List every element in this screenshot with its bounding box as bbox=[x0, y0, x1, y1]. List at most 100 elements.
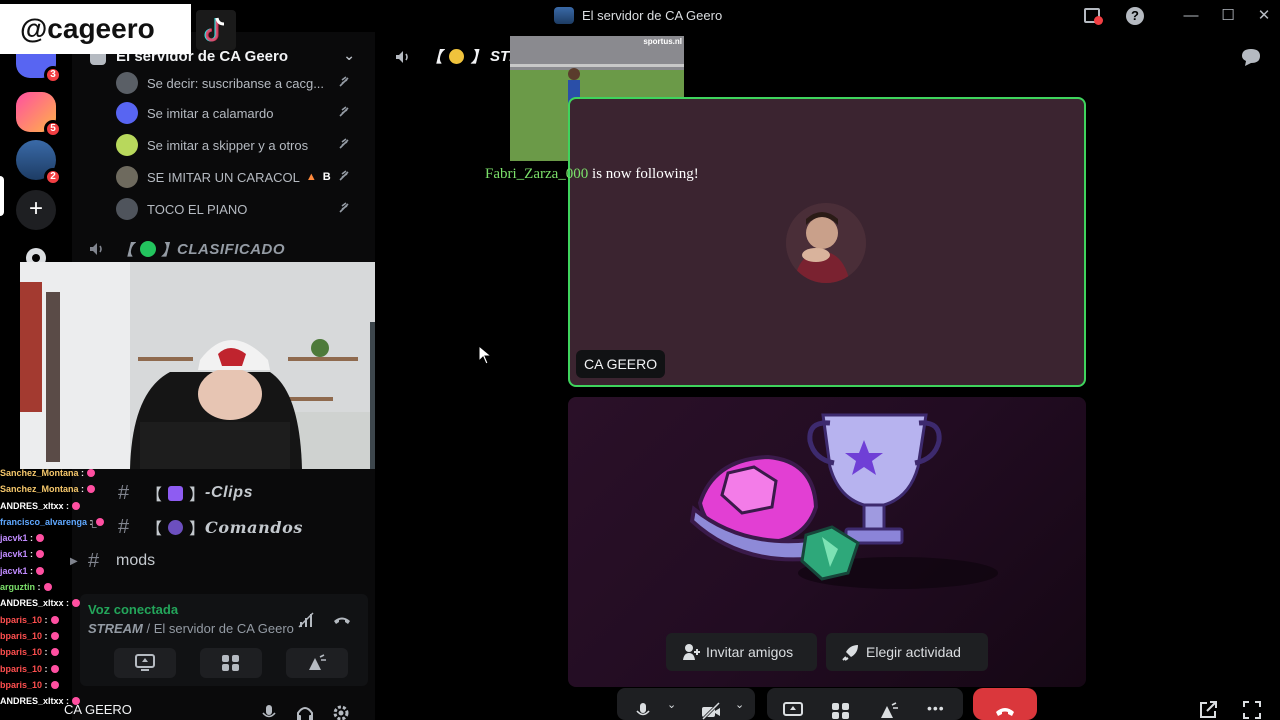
voice-user[interactable]: TOCO EL PIANO bbox=[116, 196, 366, 222]
mic-camera-controls: ⌄ ⌄ bbox=[617, 688, 755, 720]
chat-username: arguztin bbox=[0, 582, 35, 593]
voice-user[interactable]: Se decir: suscribanse a cacg... bbox=[116, 70, 366, 96]
chat-separator: : bbox=[63, 598, 70, 609]
help-icon[interactable]: ? bbox=[1124, 6, 1146, 26]
chat-message: bparis_10 : bbox=[0, 612, 110, 628]
settings-gear-icon[interactable] bbox=[332, 704, 350, 720]
emote-icon bbox=[36, 534, 45, 543]
fullscreen-icon[interactable] bbox=[1242, 700, 1262, 720]
screen-share-icon[interactable] bbox=[783, 702, 803, 720]
inbox-icon[interactable] bbox=[1082, 6, 1104, 26]
channel-name: -Clips bbox=[205, 484, 254, 501]
soundboard-icon[interactable] bbox=[879, 702, 899, 720]
webcam-image bbox=[20, 262, 387, 469]
chat-separator: : bbox=[63, 696, 70, 707]
voice-channel-clasificado[interactable]: 【 】 CLASIFICADO bbox=[88, 238, 368, 260]
avatar bbox=[116, 72, 138, 94]
add-server-button[interactable]: + bbox=[16, 190, 56, 230]
chat-separator: : bbox=[27, 549, 34, 560]
voice-user-name: Se imitar a skipper y a otros bbox=[147, 137, 309, 153]
voice-user-name: TOCO EL PIANO bbox=[147, 201, 248, 217]
chat-separator: : bbox=[35, 582, 41, 593]
chat-username: ANDRES_xltxx bbox=[0, 500, 64, 511]
chat-username: Sanchez_Montana bbox=[0, 484, 79, 495]
minimize-button[interactable]: — bbox=[1180, 6, 1202, 26]
follower-name: Fabri_Zarza_000 bbox=[485, 166, 589, 182]
voice-user[interactable]: SE IMITAR UN CARACOL ▲ B bbox=[116, 164, 366, 190]
voice-user[interactable]: Se imitar a skipper y a otros bbox=[116, 132, 366, 158]
add-person-icon bbox=[683, 644, 700, 660]
voice-user-name: Se decir: suscribanse a cacg... bbox=[147, 75, 325, 91]
microphone-icon[interactable] bbox=[260, 704, 278, 720]
text-channel-comandos[interactable]: └ # 【】 Comandos bbox=[88, 514, 348, 540]
chat-username: bparis_10 bbox=[0, 647, 43, 658]
close-button[interactable]: ✕ bbox=[1253, 6, 1275, 26]
soundboard-button[interactable] bbox=[286, 648, 348, 678]
deafened-icon bbox=[339, 138, 349, 149]
avatar bbox=[116, 134, 138, 156]
screen-share-button[interactable] bbox=[114, 648, 176, 678]
chat-message: bparis_10 : bbox=[0, 661, 110, 677]
path-separator: / bbox=[142, 621, 154, 636]
chat-bubble-icon[interactable] bbox=[1240, 47, 1262, 67]
chat-message: jacvk1 : bbox=[0, 563, 110, 579]
more-options-icon[interactable]: ••• bbox=[927, 700, 945, 716]
text-channel-clips[interactable]: # 【 】 -Clips bbox=[118, 480, 378, 506]
server-icon-current[interactable]: 2 bbox=[16, 140, 62, 186]
emote-icon bbox=[50, 680, 59, 689]
bracket-open: 【 bbox=[146, 521, 163, 538]
stream-controls: ••• bbox=[767, 688, 963, 720]
invite-friends-label: Invitar amigos bbox=[706, 644, 794, 660]
end-call-button[interactable] bbox=[973, 688, 1037, 720]
pop-out-icon[interactable] bbox=[1198, 700, 1218, 720]
speaker-icon bbox=[90, 243, 102, 255]
creator-handle: @cageero bbox=[0, 4, 191, 54]
disconnect-icon[interactable] bbox=[332, 610, 352, 630]
emote-icon bbox=[50, 664, 59, 673]
chat-username: jacvk1 bbox=[0, 533, 28, 544]
chevron-down-icon[interactable]: ⌄ bbox=[343, 47, 355, 64]
avatar bbox=[786, 203, 866, 283]
server-thumbnail bbox=[554, 7, 574, 24]
title-bar: El servidor de CA Geero ? — ☐ ✕ bbox=[0, 0, 1280, 32]
chat-message: ANDRES_xltxx : bbox=[0, 595, 110, 611]
voice-user-name: Se imitar a calamardo bbox=[147, 105, 274, 121]
soundboard-icon bbox=[309, 654, 326, 670]
emote-icon bbox=[87, 469, 96, 477]
signal-icon[interactable] bbox=[296, 610, 316, 630]
mic-options-chevron-icon[interactable]: ⌄ bbox=[667, 698, 676, 711]
yellow-circle-icon bbox=[449, 49, 465, 64]
participant-tile[interactable]: CA GEERO bbox=[568, 97, 1086, 387]
bracket-close: 】 bbox=[189, 521, 206, 538]
speaker-icon bbox=[396, 50, 408, 63]
activities-icon[interactable] bbox=[831, 702, 851, 720]
emote-icon bbox=[36, 566, 45, 575]
chat-message: ANDRES_xltxx : bbox=[0, 498, 110, 514]
camera-off-icon[interactable] bbox=[701, 702, 721, 720]
voice-connected-panel: Voz conectada STREAM / El servidor de CA… bbox=[80, 594, 368, 686]
choose-activity-button[interactable]: Elegir actividad bbox=[826, 633, 988, 671]
maximize-button[interactable]: ☐ bbox=[1217, 6, 1239, 26]
emote-icon bbox=[43, 583, 52, 592]
bracket-open: 【 bbox=[118, 241, 134, 259]
invite-friends-button[interactable]: Invitar amigos bbox=[666, 633, 817, 671]
follow-alert: Fabri_Zarza_000 is now following! bbox=[485, 166, 699, 183]
camera-options-chevron-icon[interactable]: ⌄ bbox=[735, 698, 744, 711]
emote-icon bbox=[95, 517, 104, 526]
chat-message: ANDRES_xltxx : bbox=[0, 693, 110, 709]
headphones-icon[interactable] bbox=[296, 704, 314, 720]
fire-icon: ▲ bbox=[305, 171, 317, 183]
avatar bbox=[116, 166, 138, 188]
chat-separator: : bbox=[42, 614, 48, 625]
voice-location[interactable]: STREAM / El servidor de CA Geero bbox=[88, 621, 294, 636]
microphone-icon[interactable] bbox=[633, 702, 653, 720]
channel-name: CLASIFICADO bbox=[177, 240, 286, 258]
chat-separator: : bbox=[87, 516, 93, 527]
activities-button[interactable] bbox=[200, 648, 262, 678]
voice-user[interactable]: Se imitar a calamardo bbox=[116, 100, 366, 126]
window-title-text: El servidor de CA Geero bbox=[582, 8, 723, 23]
server-icon-1[interactable]: 5 bbox=[16, 92, 62, 138]
bracket-open: 【 bbox=[427, 49, 443, 66]
green-circle-icon bbox=[139, 241, 156, 257]
chat-message: francisco_alvarenga : bbox=[0, 514, 110, 530]
